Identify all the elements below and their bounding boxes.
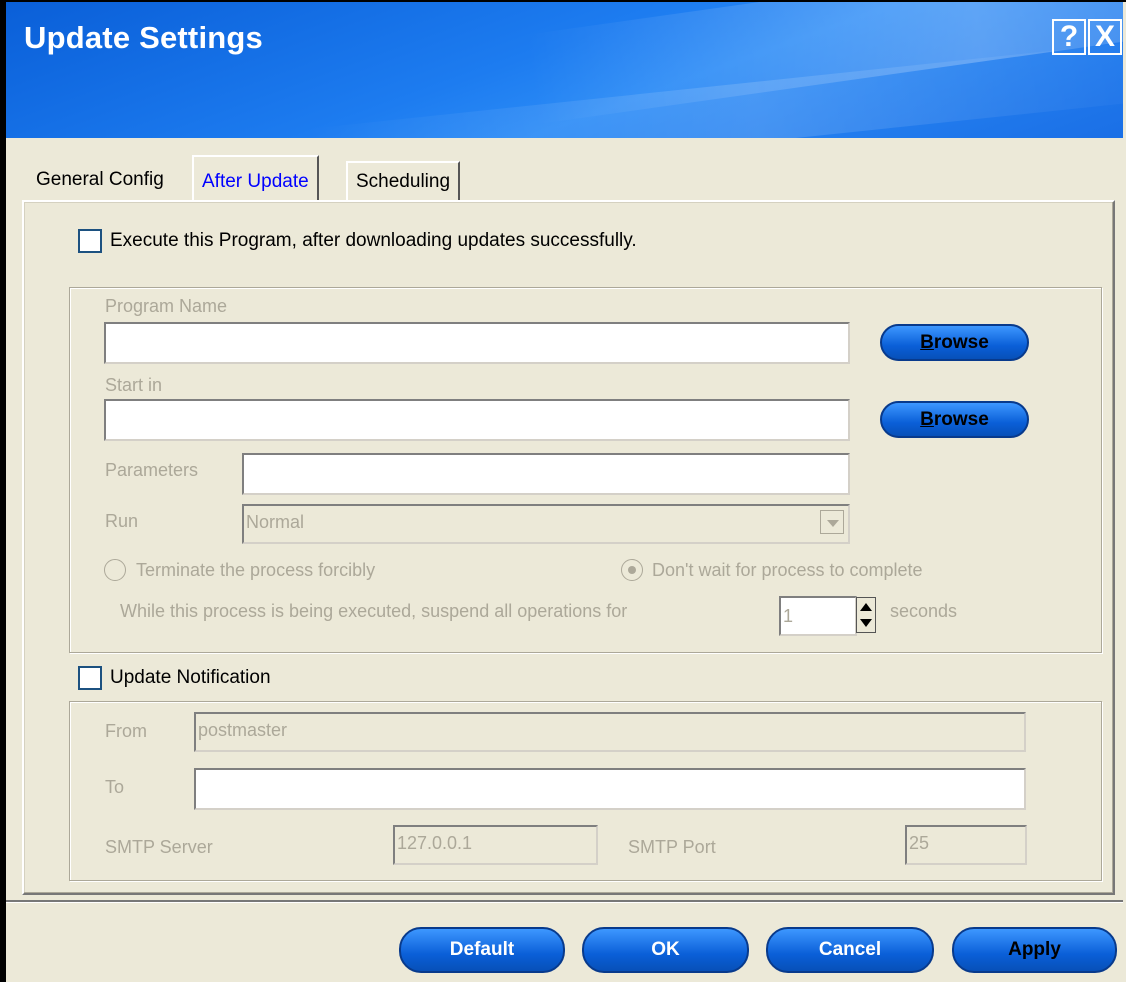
browse-accelerator-letter: B bbox=[920, 408, 934, 430]
tab-after-update[interactable]: After Update bbox=[192, 155, 319, 203]
start-in-browse-button[interactable]: Browse bbox=[880, 401, 1029, 438]
terminate-process-radio[interactable] bbox=[104, 559, 126, 581]
from-input[interactable]: postmaster bbox=[194, 712, 1026, 752]
title-bar: Update Settings ? X bbox=[6, 2, 1123, 138]
window-title: Update Settings bbox=[24, 20, 263, 55]
smtp-port-label: SMTP Port bbox=[628, 837, 716, 857]
update-notification-label: Update Notification bbox=[110, 667, 271, 688]
from-label: From bbox=[105, 721, 147, 741]
program-name-label: Program Name bbox=[105, 296, 228, 316]
to-label: To bbox=[105, 777, 125, 797]
update-notification-checkbox[interactable] bbox=[78, 666, 102, 690]
tab-scheduling[interactable]: Scheduling bbox=[346, 161, 461, 201]
execute-program-checkbox[interactable] bbox=[78, 229, 102, 253]
to-input[interactable] bbox=[194, 768, 1026, 810]
execute-program-label: Execute this Program, after downloading … bbox=[110, 230, 637, 251]
execute-program-row: Execute this Program, after downloading … bbox=[78, 229, 637, 253]
update-notification-row: Update Notification bbox=[78, 666, 271, 690]
smtp-port-input[interactable]: 25 bbox=[905, 825, 1027, 865]
browse-label: rowse bbox=[933, 331, 989, 353]
start-in-label: Start in bbox=[105, 375, 163, 395]
smtp-server-input[interactable]: 127.0.0.1 bbox=[393, 825, 598, 865]
start-in-input[interactable] bbox=[104, 399, 850, 441]
smtp-server-label: SMTP Server bbox=[105, 837, 213, 857]
run-label: Run bbox=[105, 511, 139, 531]
dont-wait-label: Don't wait for process to complete bbox=[652, 560, 923, 580]
program-name-input[interactable] bbox=[104, 322, 850, 364]
tab-general-config[interactable]: General Config bbox=[28, 161, 172, 201]
parameters-label: Parameters bbox=[105, 460, 199, 480]
program-name-browse-button[interactable]: Browse bbox=[880, 324, 1029, 361]
close-button[interactable]: X bbox=[1088, 19, 1122, 55]
suspend-seconds-input[interactable]: 1 bbox=[779, 596, 857, 636]
footer-divider-highlight bbox=[6, 902, 1123, 903]
terminate-process-label: Terminate the process forcibly bbox=[136, 560, 376, 580]
suspend-seconds-spinner[interactable] bbox=[856, 597, 876, 633]
dont-wait-radio[interactable] bbox=[621, 559, 643, 581]
run-select-value: Normal bbox=[246, 512, 305, 532]
apply-button[interactable]: Apply bbox=[952, 927, 1117, 973]
ok-button[interactable]: OK bbox=[582, 927, 749, 973]
chevron-down-icon[interactable] bbox=[820, 510, 844, 534]
run-select[interactable]: Normal bbox=[242, 504, 850, 544]
parameters-input[interactable] bbox=[242, 453, 850, 495]
default-button[interactable]: Default bbox=[399, 927, 565, 973]
cancel-button[interactable]: Cancel bbox=[766, 927, 934, 973]
help-button[interactable]: ? bbox=[1052, 19, 1086, 55]
browse-accelerator-letter: B bbox=[920, 331, 934, 353]
window-left-border bbox=[0, 0, 6, 982]
browse-label: rowse bbox=[933, 408, 989, 430]
suspend-label: While this process is being executed, su… bbox=[120, 601, 628, 621]
seconds-label: seconds bbox=[890, 601, 958, 621]
